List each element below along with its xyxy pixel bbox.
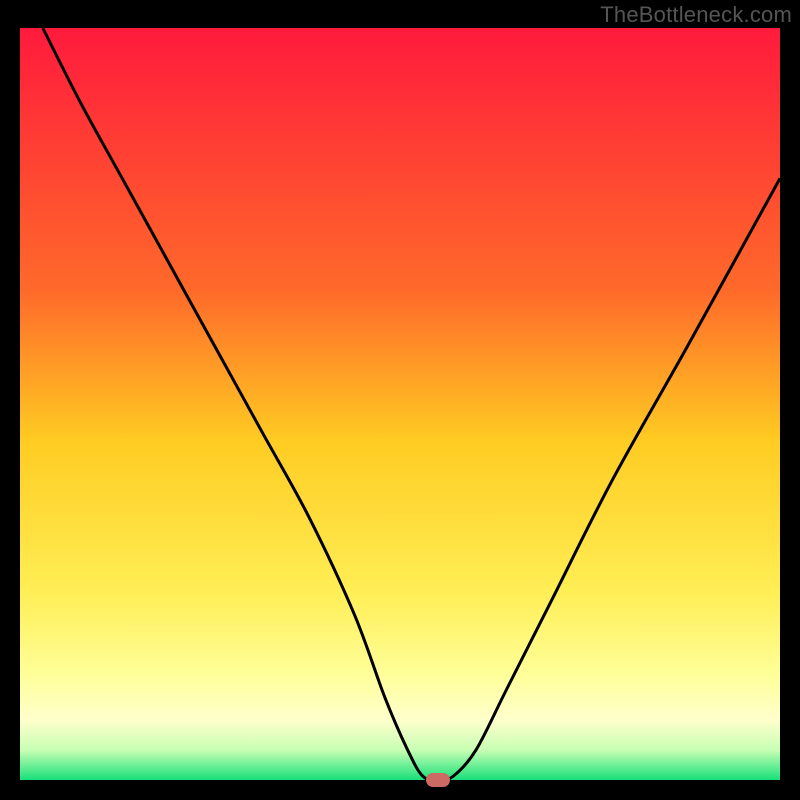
- bottleneck-curve-path: [43, 28, 780, 780]
- watermark-text: TheBottleneck.com: [600, 2, 792, 28]
- min-point-marker: [426, 773, 450, 787]
- chart-frame: TheBottleneck.com: [0, 0, 800, 800]
- curve-layer: [20, 28, 780, 780]
- plot-area: [20, 28, 780, 780]
